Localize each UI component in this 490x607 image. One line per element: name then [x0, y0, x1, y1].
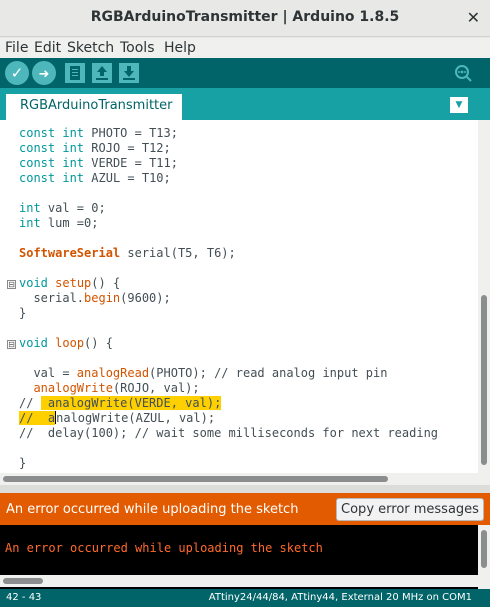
- text-cursor: [55, 411, 57, 424]
- code-line[interactable]: const int VERDE = T11;: [19, 156, 438, 171]
- close-icon[interactable]: ✕: [467, 8, 480, 27]
- toolbar: ✓ ➜: [0, 58, 490, 88]
- editor-horizontal-scrollbar[interactable]: [0, 473, 490, 485]
- code-line[interactable]: int lum =0;: [19, 216, 438, 231]
- console-vertical-scrollbar[interactable]: [478, 525, 490, 589]
- scrollbar-thumb[interactable]: [481, 530, 487, 568]
- title-bar: RGBArduinoTransmitter | Arduino 1.8.5 ✕: [0, 0, 490, 37]
- verify-button[interactable]: ✓: [5, 61, 29, 85]
- code-line[interactable]: void loop() {: [19, 336, 438, 351]
- code-line[interactable]: // analogWrite(VERDE, val);: [19, 396, 438, 411]
- fold-collapse-icon[interactable]: ⊟: [7, 340, 16, 349]
- serial-monitor-button[interactable]: [452, 61, 476, 85]
- code-line[interactable]: [19, 231, 438, 246]
- console-text: An error occurred while uploading the sk…: [5, 541, 323, 555]
- board-info: ATtiny24/44/84, ATtiny44, External 20 MH…: [208, 592, 472, 603]
- code-line[interactable]: [19, 261, 438, 276]
- window-title: RGBArduinoTransmitter | Arduino 1.8.5: [90, 9, 400, 25]
- code-line[interactable]: analogWrite(ROJO, val);: [19, 381, 438, 396]
- arrow-right-icon: ➜: [38, 67, 50, 82]
- code-line[interactable]: val = analogRead(PHOTO); // read analog …: [19, 366, 438, 381]
- code-line[interactable]: // delay(100); // wait some milliseconds…: [19, 426, 438, 441]
- menu-edit[interactable]: Edit: [34, 40, 61, 56]
- code-line[interactable]: SoftwareSerial serial(T5, T6);: [19, 246, 438, 261]
- menu-tools[interactable]: Tools: [120, 40, 155, 56]
- menu-help[interactable]: Help: [164, 40, 196, 56]
- code-line[interactable]: }: [19, 456, 438, 471]
- editor-gutter: [0, 120, 16, 473]
- tab-sketch[interactable]: RGBArduinoTransmitter: [6, 94, 182, 120]
- menu-sketch[interactable]: Sketch: [67, 40, 114, 56]
- code-line[interactable]: [19, 441, 438, 456]
- menu-bar: File Edit Sketch Tools Help: [0, 38, 490, 58]
- code-line[interactable]: serial.begin(9600);: [19, 291, 438, 306]
- code-line[interactable]: const int ROJO = T12;: [19, 141, 438, 156]
- error-bar: An error occurred while uploading the sk…: [0, 493, 490, 525]
- code-text[interactable]: const int PHOTO = T13; const int ROJO = T…: [19, 126, 438, 471]
- code-line[interactable]: [19, 321, 438, 336]
- code-line[interactable]: [19, 186, 438, 201]
- editor-vertical-scrollbar[interactable]: [478, 120, 490, 473]
- code-line[interactable]: const int PHOTO = T13;: [19, 126, 438, 141]
- open-button[interactable]: [92, 63, 112, 83]
- code-line[interactable]: int val = 0;: [19, 201, 438, 216]
- split-divider[interactable]: [0, 485, 490, 493]
- tab-bar: RGBArduinoTransmitter ▼: [0, 88, 490, 120]
- scrollbar-thumb[interactable]: [481, 295, 487, 465]
- save-arrow-down-icon: [123, 66, 135, 80]
- fold-collapse-icon[interactable]: ⊟: [7, 280, 16, 289]
- code-line[interactable]: void setup() {: [19, 276, 438, 291]
- scrollbar-thumb[interactable]: [3, 578, 43, 584]
- console-horizontal-scrollbar[interactable]: [0, 575, 478, 587]
- checkmark-icon: ✓: [10, 64, 24, 82]
- scrollbar-thumb[interactable]: [3, 476, 388, 482]
- status-bar: 42 - 43 ATtiny24/44/84, ATtiny44, Extern…: [0, 589, 490, 607]
- code-line[interactable]: [19, 351, 438, 366]
- chevron-down-icon[interactable]: ▼: [450, 97, 468, 113]
- open-arrow-up-icon: [96, 66, 108, 80]
- code-line[interactable]: }: [19, 306, 438, 321]
- copy-error-messages-button[interactable]: Copy error messages: [336, 498, 484, 521]
- new-button[interactable]: [65, 63, 85, 83]
- new-file-icon: [70, 66, 80, 80]
- menu-file[interactable]: File: [5, 40, 28, 56]
- error-message: An error occurred while uploading the sk…: [6, 502, 299, 517]
- upload-button[interactable]: ➜: [32, 61, 56, 85]
- serial-monitor-icon: [455, 65, 472, 82]
- save-button[interactable]: [119, 63, 139, 83]
- code-editor[interactable]: ⊟ ⊟ const int PHOTO = T13; const int ROJO…: [0, 120, 490, 473]
- code-line[interactable]: const int AZUL = T10;: [19, 171, 438, 186]
- code-line[interactable]: // analogWrite(AZUL, val);: [19, 411, 438, 426]
- line-position: 42 - 43: [6, 592, 42, 603]
